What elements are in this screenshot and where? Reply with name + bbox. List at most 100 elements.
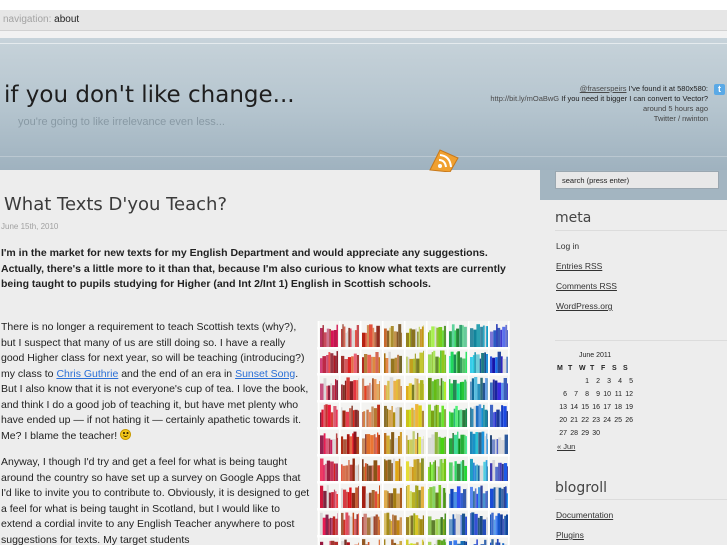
bookshelf-photo: [317, 321, 510, 545]
post-title[interactable]: What Texts D'you Teach?: [4, 194, 227, 215]
book-spine: [411, 467, 414, 481]
shelf-upright: [404, 321, 406, 545]
book-spine: [413, 409, 416, 427]
book-spine: [423, 383, 424, 400]
book-spine: [456, 328, 460, 347]
site-title[interactable]: if you don't like change...: [4, 82, 295, 108]
book-spine: [465, 436, 467, 454]
book-spine: [344, 359, 348, 373]
book-spine: [346, 491, 348, 508]
book-spine: [453, 408, 456, 427]
book-spine: [395, 407, 397, 427]
book-spine: [449, 356, 451, 373]
calendar-prev-month-link[interactable]: « Jun: [557, 442, 634, 451]
book-spine: [336, 380, 338, 400]
book-spine: [397, 406, 400, 427]
book-spine: [443, 488, 446, 508]
calendar-day: [557, 375, 568, 388]
link-sunset-song[interactable]: Sunset Song: [235, 368, 295, 380]
book-spine: [479, 465, 484, 481]
book-spine: [438, 466, 440, 481]
meta-link-entries-rss[interactable]: Entries RSS: [556, 261, 602, 271]
search-input[interactable]: [555, 171, 719, 189]
blogroll-link-plugins[interactable]: Plugins: [556, 530, 584, 540]
book-spine: [399, 432, 402, 454]
book-spine: [451, 324, 455, 347]
book-spine: [415, 515, 419, 535]
book-spine: [482, 493, 486, 508]
book-spine: [440, 437, 445, 454]
book-spine: [384, 328, 387, 347]
book-spine: [497, 382, 501, 400]
book-spine: [487, 466, 488, 481]
book-spine: [503, 463, 508, 481]
book-spine: [320, 458, 324, 481]
book-spine: [429, 487, 433, 508]
calendar-weekday: T: [568, 365, 573, 372]
book-spine: [480, 377, 483, 400]
book-spine: [455, 513, 457, 535]
meta-link-log-in[interactable]: Log in: [556, 241, 579, 251]
book-spine: [341, 512, 344, 535]
book-spine: [401, 332, 402, 347]
book-spine: [433, 379, 437, 400]
rss-feed-icon[interactable]: [427, 148, 461, 172]
book-spine: [501, 405, 504, 427]
book-spine: [371, 356, 373, 373]
book-spine: [484, 436, 486, 454]
book-spine: [366, 463, 369, 481]
book-spine: [323, 378, 327, 400]
book-spine: [453, 492, 457, 508]
twitter-icon[interactable]: t: [714, 84, 725, 95]
book-spine: [398, 436, 400, 454]
calendar-weekday: W: [579, 365, 586, 372]
book-spine: [385, 460, 388, 481]
book-spine: [422, 515, 424, 535]
book-spine: [328, 518, 330, 535]
shelf-board: [317, 400, 510, 403]
book-spine: [390, 358, 395, 373]
book-spine: [474, 377, 478, 400]
blogroll-link-documentation[interactable]: Documentation: [556, 510, 613, 520]
book-spine: [478, 487, 481, 508]
book-spine: [459, 382, 462, 400]
book-spine: [463, 541, 466, 545]
calendar-day: 16: [592, 404, 600, 411]
tweet-source: Twitter / nwinton: [653, 114, 708, 123]
meta-link-wordpress[interactable]: WordPress.org: [556, 301, 613, 311]
book-spine: [470, 407, 472, 427]
book-spine: [384, 539, 386, 545]
calendar-body: 1 2 3 4 5 6 7 8 9 10 11 12 13 14 15 16 17 18 19 20 21 22 23 24 2…: [557, 375, 634, 440]
tweet-user-link[interactable]: @fraserspeirs: [580, 84, 627, 93]
book-spine: [506, 356, 508, 373]
book-spine: [410, 328, 412, 347]
book-spine: [365, 493, 369, 508]
nav-item-about[interactable]: about: [54, 14, 79, 25]
book-spine: [388, 351, 391, 373]
book-spine: [423, 350, 424, 373]
book-spine: [428, 354, 432, 373]
calendar-day: 22: [581, 417, 589, 424]
book-spine: [461, 513, 466, 535]
tweet-url-link[interactable]: http://bit.ly/mOaBwG: [490, 94, 559, 103]
book-spine: [475, 432, 479, 454]
book-spine: [416, 358, 420, 373]
book-spine: [482, 519, 487, 535]
book-spine: [438, 519, 441, 535]
book-spine: [452, 433, 454, 454]
calendar-day: 4: [618, 378, 622, 385]
book-spine: [418, 490, 421, 508]
book-spine: [495, 486, 499, 508]
meta-link-comments-rss[interactable]: Comments RSS: [556, 281, 617, 291]
book-spine: [436, 379, 440, 400]
book-spine: [444, 436, 446, 454]
book-spine: [387, 491, 389, 508]
book-spine: [342, 410, 346, 427]
book-spine: [363, 466, 365, 481]
book-spine: [336, 351, 338, 373]
link-chris-guthrie[interactable]: Chris Guthrie: [56, 368, 118, 380]
book-spine: [369, 324, 373, 347]
calendar-table: June 2011 MTWTFSS 1 2 3 4 5 6 7 8 9 10 11 12 13 14 15 1…: [557, 352, 634, 440]
book-spine: [470, 431, 473, 454]
book-spine: [371, 490, 375, 508]
